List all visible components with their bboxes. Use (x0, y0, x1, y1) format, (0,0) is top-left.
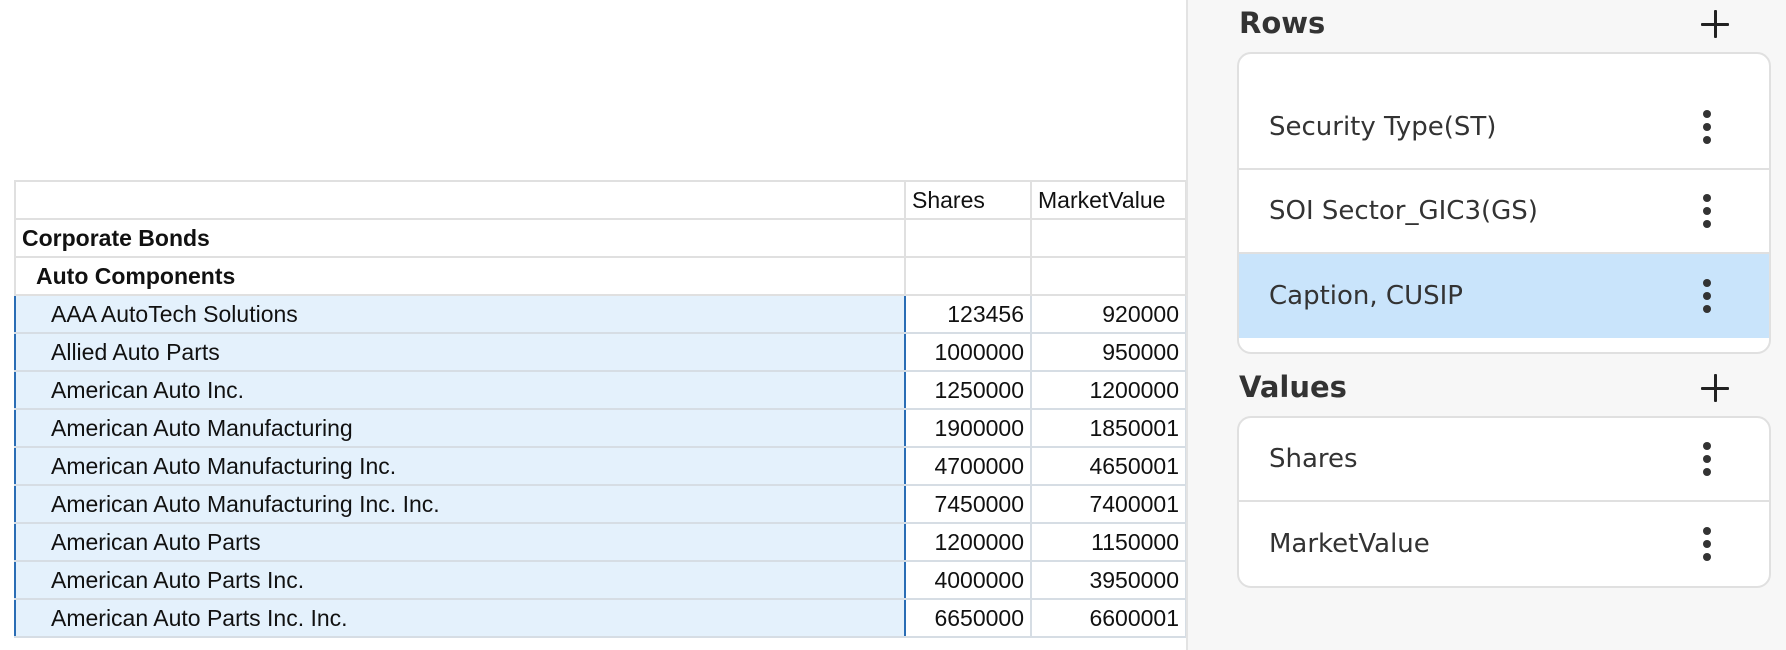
row-label-cell[interactable]: Allied Auto Parts (14, 332, 906, 372)
shares-cell[interactable]: 4000000 (904, 560, 1032, 600)
shares-cell[interactable]: 1000000 (904, 332, 1032, 372)
table-row[interactable]: American Auto Inc. 1250000 1200000 (14, 370, 1187, 410)
pivot-table: Shares MarketValue Corporate Bonds Auto C… (14, 180, 1187, 638)
field-item-label: Security Type(ST) (1269, 112, 1497, 142)
field-item-label: Shares (1269, 444, 1358, 474)
field-item[interactable]: Security Type(ST) (1239, 86, 1769, 170)
field-item-label: Caption, CUSIP (1269, 281, 1463, 311)
more-vertical-icon[interactable] (1703, 194, 1711, 228)
market-value-cell[interactable] (1030, 256, 1187, 296)
column-header-row: Shares MarketValue (14, 180, 1187, 220)
table-row[interactable]: AAA AutoTech Solutions 123456 920000 (14, 294, 1187, 334)
market-value-cell[interactable]: 950000 (1030, 332, 1187, 372)
pivot-table-container: Shares MarketValue Corporate Bonds Auto C… (14, 180, 1187, 638)
shares-cell[interactable]: 1900000 (904, 408, 1032, 448)
column-header-market-value[interactable]: MarketValue (1030, 180, 1187, 220)
more-vertical-icon[interactable] (1703, 110, 1711, 144)
shares-cell[interactable]: 6650000 (904, 598, 1032, 638)
shares-cell[interactable]: 1200000 (904, 522, 1032, 562)
shares-cell[interactable]: 7450000 (904, 484, 1032, 524)
market-value-cell[interactable] (1030, 218, 1187, 258)
table-row[interactable]: American Auto Parts Inc. 4000000 3950000 (14, 560, 1187, 600)
shares-cell[interactable] (904, 218, 1032, 258)
field-item[interactable]: Caption, CUSIP (1239, 254, 1769, 338)
rows-section-header: Rows (1237, 0, 1771, 52)
market-value-cell[interactable]: 3950000 (1030, 560, 1187, 600)
rows-field-list: Security Type(ST) SOI Sector_GIC3(GS) Capt… (1237, 52, 1771, 354)
more-vertical-icon[interactable] (1703, 442, 1711, 476)
shares-cell[interactable]: 1250000 (904, 370, 1032, 410)
market-value-cell[interactable]: 1150000 (1030, 522, 1187, 562)
market-value-cell[interactable]: 4650001 (1030, 446, 1187, 486)
values-field-list: Shares MarketValue (1237, 416, 1771, 588)
row-label-cell[interactable]: American Auto Manufacturing Inc. Inc. (14, 484, 906, 524)
row-label-cell[interactable]: AAA AutoTech Solutions (14, 294, 906, 334)
column-header-shares[interactable]: Shares (904, 180, 1032, 220)
shares-cell[interactable]: 123456 (904, 294, 1032, 334)
group-row-level-1[interactable]: Auto Components (14, 256, 1187, 296)
field-item[interactable]: Shares (1239, 418, 1769, 502)
row-label-cell[interactable]: American Auto Parts Inc. Inc. (14, 598, 906, 638)
column-header-label (14, 180, 906, 220)
add-value-field-button[interactable] (1695, 368, 1735, 408)
market-value-cell[interactable]: 920000 (1030, 294, 1187, 334)
market-value-cell[interactable]: 6600001 (1030, 598, 1187, 638)
rows-list-top-spacer (1239, 54, 1769, 86)
market-value-cell[interactable]: 1200000 (1030, 370, 1187, 410)
shares-cell[interactable] (904, 256, 1032, 296)
market-value-cell[interactable]: 7400001 (1030, 484, 1187, 524)
table-row[interactable]: Allied Auto Parts 1000000 950000 (14, 332, 1187, 372)
row-label-cell[interactable]: American Auto Manufacturing Inc. (14, 446, 906, 486)
rows-list-bottom-spacer (1239, 338, 1769, 352)
table-row[interactable]: American Auto Manufacturing Inc. Inc. 745… (14, 484, 1187, 524)
more-vertical-icon[interactable] (1703, 279, 1711, 313)
shares-cell[interactable]: 4700000 (904, 446, 1032, 486)
field-item-label: SOI Sector_GIC3(GS) (1269, 196, 1538, 226)
field-item[interactable]: MarketValue (1239, 502, 1769, 586)
values-section-title: Values (1239, 370, 1347, 404)
panel-divider[interactable] (1186, 0, 1188, 650)
rows-section-title: Rows (1239, 6, 1326, 40)
group-row-level-0[interactable]: Corporate Bonds (14, 218, 1187, 258)
row-label-cell[interactable]: Auto Components (14, 256, 906, 296)
table-row[interactable]: American Auto Manufacturing Inc. 4700000 4… (14, 446, 1187, 486)
values-section: Values Shares MarketValue (1237, 364, 1771, 588)
table-row[interactable]: American Auto Manufacturing 1900000 185000… (14, 408, 1187, 448)
field-item-label: MarketValue (1269, 529, 1430, 559)
table-row[interactable]: American Auto Parts 1200000 1150000 (14, 522, 1187, 562)
row-label-cell[interactable]: American Auto Parts (14, 522, 906, 562)
table-row[interactable]: American Auto Parts Inc. Inc. 6650000 6600… (14, 598, 1187, 638)
row-label-cell[interactable]: American Auto Manufacturing (14, 408, 906, 448)
field-item[interactable]: SOI Sector_GIC3(GS) (1239, 170, 1769, 254)
row-label-cell[interactable]: American Auto Parts Inc. (14, 560, 906, 600)
add-row-field-button[interactable] (1695, 4, 1735, 44)
more-vertical-icon[interactable] (1703, 527, 1711, 561)
values-section-header: Values (1237, 364, 1771, 416)
row-label-cell[interactable]: Corporate Bonds (14, 218, 906, 258)
rows-section: Rows Security Type(ST) SOI Sector_GIC3(GS… (1237, 0, 1771, 354)
row-label-cell[interactable]: American Auto Inc. (14, 370, 906, 410)
market-value-cell[interactable]: 1850001 (1030, 408, 1187, 448)
